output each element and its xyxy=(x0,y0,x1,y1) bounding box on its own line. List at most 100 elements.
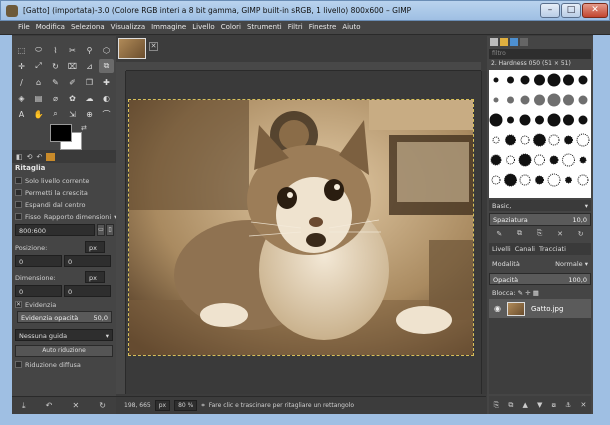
brush-thumbnail[interactable] xyxy=(578,95,588,105)
delete-layer-icon[interactable]: ✕ xyxy=(581,401,587,409)
brush-thumbnail[interactable] xyxy=(565,176,572,184)
tool-button[interactable]: ⌧ xyxy=(65,59,80,73)
portrait-icon[interactable]: ▯ xyxy=(106,224,114,236)
expand-center-option[interactable]: Espandi dal centro xyxy=(15,199,113,210)
allow-growing-checkbox[interactable] xyxy=(15,189,22,196)
brush-thumbnail[interactable] xyxy=(564,135,573,145)
brush-preset-select[interactable]: Basic, ▾ xyxy=(489,200,591,211)
brush-thumbnail[interactable] xyxy=(576,133,590,147)
brush-thumbnail[interactable] xyxy=(578,75,588,85)
tab-channels[interactable]: Canali xyxy=(515,245,535,253)
brush-thumbnail[interactable] xyxy=(534,154,545,166)
brush-thumbnail[interactable] xyxy=(548,134,560,146)
menu-colors[interactable]: Colori xyxy=(218,21,244,34)
delete-brush-icon[interactable]: ✕ xyxy=(557,230,563,238)
visibility-eye-icon[interactable]: ◉ xyxy=(494,304,501,313)
save-options-icon[interactable]: ⤓ xyxy=(22,401,26,411)
image-tab-thumbnail[interactable] xyxy=(118,38,146,59)
lower-layer-icon[interactable]: ▼ xyxy=(537,401,542,409)
tool-button[interactable]: ◈ xyxy=(14,91,29,105)
zoom-select[interactable]: 80 % xyxy=(174,400,198,411)
brush-thumbnail[interactable] xyxy=(506,155,515,165)
minimize-button[interactable]: – xyxy=(540,3,560,18)
tab-layers[interactable]: Livelli xyxy=(492,245,511,253)
tool-button[interactable]: ⌒ xyxy=(99,107,114,121)
current-layer-option[interactable]: Solo livello corrente xyxy=(15,175,113,186)
tool-button[interactable]: ✐ xyxy=(65,75,80,89)
layers-list-empty-area[interactable] xyxy=(489,318,591,394)
menu-windows[interactable]: Finestre xyxy=(306,21,340,34)
tool-button[interactable]: ⌇ xyxy=(48,43,63,57)
menu-image[interactable]: Immagine xyxy=(148,21,189,34)
brush-thumbnail[interactable] xyxy=(520,95,530,105)
brush-thumbnail[interactable] xyxy=(518,153,532,167)
brush-thumbnail[interactable] xyxy=(533,133,546,147)
tab-paths[interactable]: Tracciati xyxy=(539,245,566,253)
brush-thumbnail[interactable] xyxy=(547,93,561,107)
delete-options-icon[interactable]: ✕ xyxy=(72,401,79,410)
anchor-layer-icon[interactable]: ⚓ xyxy=(565,401,571,409)
undo-history-tab-icon[interactable]: ↶ xyxy=(37,153,43,161)
brush-thumbnail[interactable] xyxy=(534,74,545,86)
landscape-icon[interactable]: ▭ xyxy=(97,224,105,236)
brush-thumbnail[interactable] xyxy=(547,173,561,187)
unit-select[interactable]: px xyxy=(154,400,171,411)
tool-button[interactable]: ⬭ xyxy=(31,43,46,57)
fixed-option[interactable]: Fisso Rapporto dimensioni ▾ xyxy=(15,211,117,222)
brush-thumbnail[interactable] xyxy=(578,115,588,125)
lock-pixels-icon[interactable]: ✎ xyxy=(518,289,523,297)
ratio-input[interactable]: 800:600 xyxy=(15,224,95,236)
layer-opacity-slider[interactable]: Opacità 100,0 xyxy=(489,273,591,285)
brush-thumbnail[interactable] xyxy=(491,175,501,185)
tool-button[interactable]: ⌂ xyxy=(31,75,46,89)
tool-button[interactable]: ☁ xyxy=(82,91,97,105)
cat-photo[interactable] xyxy=(128,99,474,356)
tool-options-tab-icon[interactable]: ◧ xyxy=(16,153,23,161)
position-y-input[interactable]: 0 xyxy=(64,255,111,267)
brush-thumbnail[interactable] xyxy=(547,73,561,87)
tool-button[interactable]: ⇲ xyxy=(65,107,80,121)
menu-file[interactable]: File xyxy=(15,21,33,34)
brush-thumbnail[interactable] xyxy=(563,74,574,86)
tool-button[interactable]: ❒ xyxy=(82,75,97,89)
size-h-input[interactable]: 0 xyxy=(64,285,111,297)
brush-thumbnail[interactable] xyxy=(504,173,517,187)
spacing-slider[interactable]: Spaziatura 10,0 xyxy=(489,213,591,226)
fixed-mode-select[interactable]: Rapporto dimensioni xyxy=(44,213,111,221)
close-button[interactable]: ✕ xyxy=(582,3,608,18)
menu-filters[interactable]: Filtri xyxy=(285,21,306,34)
brush-thumbnail[interactable] xyxy=(563,94,574,106)
ruler-corner[interactable] xyxy=(116,62,126,71)
tool-button[interactable]: ⤢ xyxy=(31,59,46,73)
size-unit-select[interactable]: px xyxy=(85,271,105,283)
tool-button[interactable]: ✋ xyxy=(31,107,46,121)
brush-thumbnail[interactable] xyxy=(507,76,514,84)
tool-button[interactable]: ⊕ xyxy=(82,107,97,121)
brush-thumbnail[interactable] xyxy=(549,155,559,165)
highlight-opacity-slider[interactable]: Evidenzia opacità 50,0 xyxy=(17,311,112,323)
position-x-input[interactable]: 0 xyxy=(15,255,62,267)
brush-thumbnail[interactable] xyxy=(535,115,544,125)
foreground-color-swatch[interactable] xyxy=(50,124,72,142)
brush-thumbnail[interactable] xyxy=(489,113,503,127)
tool-button[interactable]: ⬚ xyxy=(14,43,29,57)
reset-options-icon[interactable]: ↻ xyxy=(99,401,106,410)
raise-layer-icon[interactable]: ▲ xyxy=(522,401,527,409)
tool-button[interactable]: ✿ xyxy=(65,91,80,105)
tool-button[interactable]: ✚ xyxy=(99,75,114,89)
brush-thumbnail[interactable] xyxy=(520,135,530,145)
tool-button[interactable]: ▤ xyxy=(31,91,46,105)
horizontal-ruler[interactable] xyxy=(126,62,481,71)
brush-thumbnail[interactable] xyxy=(493,77,499,83)
tool-button[interactable]: ✂ xyxy=(65,43,80,57)
current-layer-checkbox[interactable] xyxy=(15,177,22,184)
merge-layer-icon[interactable]: ⧇ xyxy=(552,401,556,410)
tool-button[interactable]: ✎ xyxy=(48,75,63,89)
patterns-tab-icon[interactable] xyxy=(500,38,508,46)
brush-filter-input[interactable]: filtro xyxy=(489,49,591,59)
tool-button[interactable]: ⌀ xyxy=(48,91,63,105)
auto-shrink-button[interactable]: Auto riduzione xyxy=(15,345,113,357)
brush-thumbnail[interactable] xyxy=(493,97,499,103)
brush-thumbnail[interactable] xyxy=(577,174,589,186)
menu-help[interactable]: Aiuto xyxy=(339,21,363,34)
